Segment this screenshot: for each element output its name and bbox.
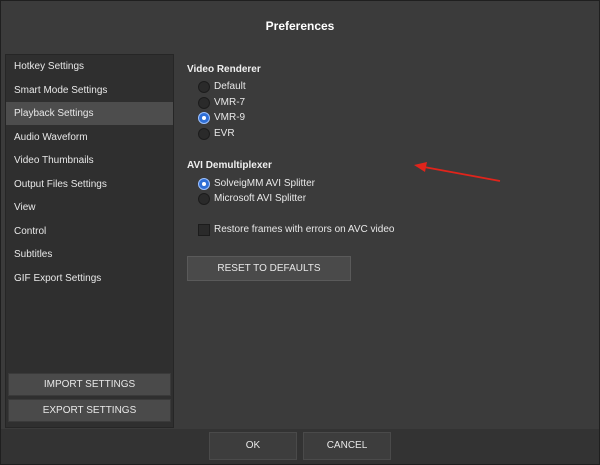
radio-evr[interactable] [198, 128, 210, 140]
preferences-window: Preferences Hotkey Settings Smart Mode S… [0, 0, 600, 465]
restore-frames-label: Restore frames with errors on AVC video [214, 224, 395, 235]
sidebar-item-video-thumbnails[interactable]: Video Thumbnails [6, 149, 173, 172]
radio-default[interactable] [198, 81, 210, 93]
radio-default-label: Default [214, 81, 246, 92]
cancel-button[interactable]: CANCEL [303, 432, 391, 460]
radio-microsoft[interactable] [198, 193, 210, 205]
reset-to-defaults-button[interactable]: RESET TO DEFAULTS [187, 256, 351, 281]
radio-vmr9[interactable] [198, 112, 210, 124]
radio-microsoft-label: Microsoft AVI Splitter [214, 193, 307, 204]
radio-evr-label: EVR [214, 128, 235, 139]
playback-settings-panel: Video Renderer Default VMR-7 VMR-9 EVR A… [176, 54, 596, 426]
sidebar-item-gif-export-settings[interactable]: GIF Export Settings [6, 267, 173, 290]
restore-frames-checkbox[interactable] [198, 224, 210, 236]
radio-vmr7[interactable] [198, 97, 210, 109]
radio-vmr7-label: VMR-7 [214, 97, 246, 108]
sidebar-item-hotkey-settings[interactable]: Hotkey Settings [6, 55, 173, 78]
red-arrow-annotation-icon [414, 162, 501, 182]
sidebar-item-playback-settings[interactable]: Playback Settings [6, 102, 173, 125]
dialog-footer: OK CANCEL [1, 429, 599, 464]
export-settings-button[interactable]: EXPORT SETTINGS [8, 399, 171, 422]
sidebar-item-output-files-settings[interactable]: Output Files Settings [6, 173, 173, 196]
sidebar-item-smart-mode-settings[interactable]: Smart Mode Settings [6, 79, 173, 102]
avi-demultiplexer-title: AVI Demultiplexer [187, 160, 272, 171]
radio-solveigmm-label: SolveigMM AVI Splitter [214, 178, 315, 189]
radio-vmr9-label: VMR-9 [214, 112, 246, 123]
sidebar-item-view[interactable]: View [6, 196, 173, 219]
radio-solveigmm[interactable] [198, 178, 210, 190]
sidebar: Hotkey Settings Smart Mode Settings Play… [5, 54, 174, 428]
sidebar-item-subtitles[interactable]: Subtitles [6, 243, 173, 266]
sidebar-item-control[interactable]: Control [6, 220, 173, 243]
ok-button[interactable]: OK [209, 432, 297, 460]
window-title: Preferences [265, 19, 335, 33]
sidebar-item-audio-waveform[interactable]: Audio Waveform [6, 126, 173, 149]
import-settings-button[interactable]: IMPORT SETTINGS [8, 373, 171, 396]
video-renderer-title: Video Renderer [187, 64, 261, 75]
